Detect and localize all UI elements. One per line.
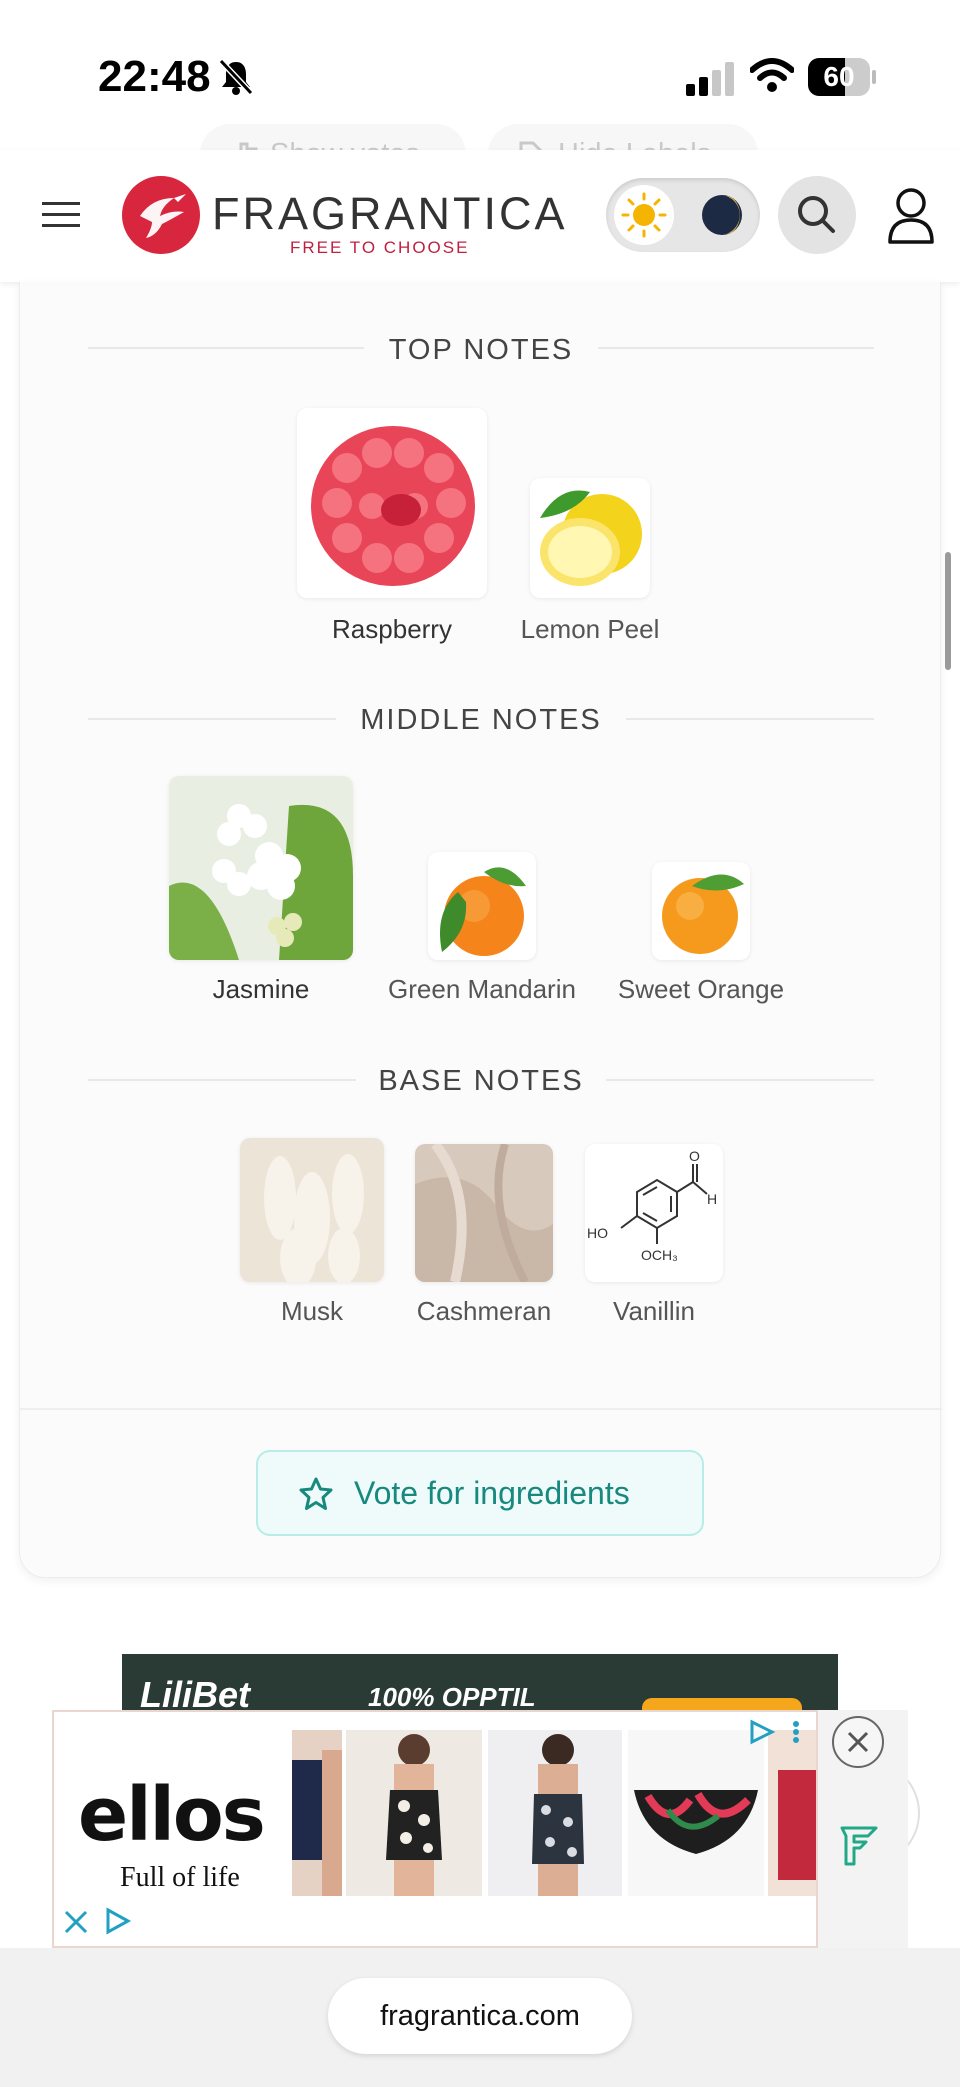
sun-icon <box>621 192 667 238</box>
status-time: 22:48 <box>98 52 211 101</box>
vanillin-aldehyde-o: O <box>689 1148 700 1164</box>
brand-name[interactable]: FRAGRANTICA <box>212 188 568 240</box>
perfume-pyramid-card: TOP NOTES Raspberry Lemon Peel MIDDLE NO… <box>19 282 942 1578</box>
vanillin-structure-icon: O H HO OCH₃ <box>587 1148 717 1263</box>
star-icon <box>299 1477 333 1510</box>
note-jasmine[interactable]: Jasmine <box>151 974 371 1005</box>
wifi-icon <box>750 58 794 92</box>
ad-network-logo-icon <box>840 1826 878 1866</box>
raspberry-icon <box>311 426 475 586</box>
light-mode-button[interactable] <box>614 185 674 245</box>
vanillin-hydroxy: HO <box>587 1225 608 1241</box>
bell-slash-icon <box>218 58 254 96</box>
battery-nub <box>872 70 876 84</box>
note-vanillin[interactable]: Vanillin <box>574 1296 734 1327</box>
theme-toggle[interactable] <box>606 178 760 252</box>
raspberry-image[interactable] <box>297 408 487 598</box>
cashmeran-image[interactable] <box>415 1144 553 1282</box>
product-image[interactable] <box>488 1730 622 1896</box>
base-notes-title: BASE NOTES <box>356 1053 606 1109</box>
product-image[interactable] <box>768 1730 816 1896</box>
mandarin-icon <box>440 867 526 956</box>
note-raspberry[interactable]: Raspberry <box>292 614 492 645</box>
swimsuit-model-icon <box>532 1734 584 1896</box>
vote-for-ingredients-button[interactable]: Vote for ingredients <box>256 1450 704 1536</box>
vanillin-aldehyde-h: H <box>707 1191 717 1207</box>
product-image[interactable] <box>292 1730 342 1896</box>
orange-icon <box>662 874 744 954</box>
brand-logo-icon[interactable] <box>122 176 200 254</box>
lemon-peel-image[interactable] <box>530 478 650 598</box>
product-image[interactable] <box>628 1730 764 1896</box>
hummingbird-icon <box>140 194 186 238</box>
note-musk[interactable]: Musk <box>237 1296 387 1327</box>
ad-choices-icon[interactable] <box>744 1716 814 1748</box>
jasmine-image[interactable] <box>169 776 353 960</box>
search-button[interactable] <box>778 176 856 254</box>
ellos-tagline: Full of life <box>120 1862 240 1893</box>
swimsuit-model-icon <box>292 1750 342 1896</box>
ad-dismiss-icon[interactable] <box>62 1908 90 1936</box>
ad-cta-button[interactable] <box>642 1698 802 1710</box>
note-lemon-peel[interactable]: Lemon Peel <box>510 614 670 645</box>
cashmeran-icon <box>415 1144 553 1282</box>
search-icon <box>798 196 835 233</box>
close-ad-button[interactable] <box>832 1716 884 1768</box>
lemon-icon <box>540 490 642 586</box>
screen: 22:48 60 FRAGRANTICA FREE TO CHOOSE TOP … <box>0 0 960 2087</box>
menu-icon[interactable] <box>42 200 80 230</box>
casino-ad-banner[interactable]: LiliBet 100% OPPTIL <box>122 1654 838 1710</box>
musk-image[interactable] <box>240 1138 384 1282</box>
moon-icon <box>702 195 742 235</box>
ad-brand: LiliBet <box>140 1674 251 1710</box>
ad-promo-text: 100% OPPTIL <box>368 1682 536 1710</box>
ad-choices-icon[interactable] <box>102 1906 132 1936</box>
swimsuit-model-icon <box>778 1770 816 1880</box>
note-cashmeran[interactable]: Cashmeran <box>404 1296 564 1327</box>
note-sweet-orange[interactable]: Sweet Orange <box>601 974 801 1005</box>
dark-mode-button[interactable] <box>692 185 752 245</box>
browser-bottom-bar: fragrantica.com <box>0 1948 960 2087</box>
product-image[interactable] <box>346 1730 482 1896</box>
swimsuit-model-icon <box>386 1734 442 1896</box>
jasmine-icon <box>169 776 353 960</box>
ellos-ad-overlay: ellos Full of life <box>52 1710 908 1948</box>
battery-icon: 60 <box>808 58 876 96</box>
vanillin-methoxy: OCH₃ <box>641 1247 678 1263</box>
brand-tagline: FREE TO CHOOSE <box>290 238 470 257</box>
signal-icon <box>686 62 734 96</box>
user-icon[interactable] <box>886 186 936 246</box>
ellos-logo: ellos <box>78 1772 266 1858</box>
site-header: FRAGRANTICA FREE TO CHOOSE <box>0 150 960 282</box>
battery-percentage: 60 <box>823 61 855 92</box>
bikini-bottom-icon <box>634 1790 758 1854</box>
sweet-orange-image[interactable] <box>652 862 750 960</box>
green-mandarin-image[interactable] <box>428 852 536 960</box>
middle-notes-title: MIDDLE NOTES <box>336 692 626 748</box>
scroll-indicator <box>945 552 951 670</box>
close-icon <box>847 1731 869 1753</box>
musk-icon <box>240 1138 384 1282</box>
top-notes-title: TOP NOTES <box>364 322 598 378</box>
ellos-ad-creative[interactable]: ellos Full of life <box>52 1710 818 1948</box>
note-green-mandarin[interactable]: Green Mandarin <box>377 974 587 1005</box>
card-divider <box>20 1408 942 1410</box>
vanillin-image[interactable]: O H HO OCH₃ <box>585 1144 723 1282</box>
vote-for-ingredients-label: Vote for ingredients <box>354 1475 630 1511</box>
address-bar[interactable]: fragrantica.com <box>328 1978 632 2054</box>
battery-body: 60 <box>808 58 870 96</box>
